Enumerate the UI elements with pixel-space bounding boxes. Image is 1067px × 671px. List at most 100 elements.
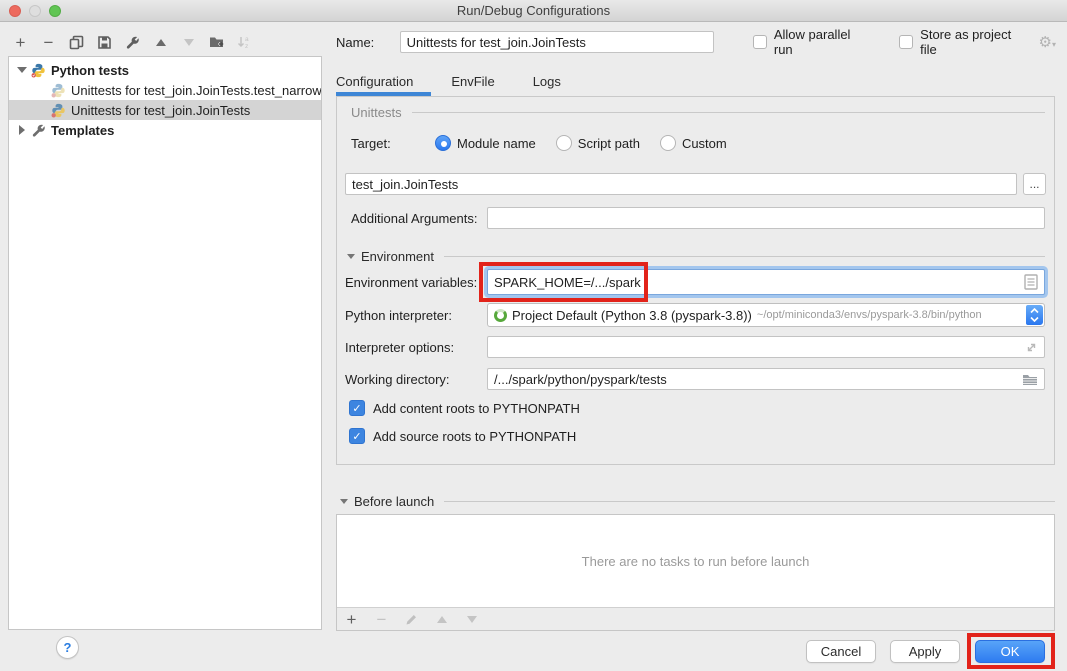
name-input-value: Unittests for test_join.JoinTests bbox=[407, 35, 586, 50]
python-test-icon bbox=[51, 103, 67, 117]
divider bbox=[412, 112, 1045, 113]
interpreter-options-label: Interpreter options: bbox=[345, 340, 487, 355]
browse-module-button[interactable]: ... bbox=[1023, 173, 1046, 195]
unittests-group-title: Unittests bbox=[351, 105, 402, 120]
new-folder-icon[interactable] bbox=[208, 34, 225, 51]
checkbox-unchecked-icon[interactable] bbox=[899, 35, 913, 49]
configurations-tree: Python tests Unittests for test_join.Joi… bbox=[8, 56, 322, 630]
cancel-button[interactable]: Cancel bbox=[806, 640, 876, 663]
python-interpreter-row: Python interpreter: Project Default (Pyt… bbox=[345, 303, 1045, 327]
browse-folder-icon[interactable] bbox=[1022, 373, 1038, 386]
allow-parallel-run-checkbox[interactable]: Allow parallel run bbox=[753, 27, 872, 57]
target-module-input[interactable]: test_join.JoinTests bbox=[345, 173, 1017, 195]
svg-text:z: z bbox=[245, 43, 248, 50]
copy-configuration-icon[interactable] bbox=[68, 34, 85, 51]
target-option-script-path[interactable]: Script path bbox=[550, 135, 640, 151]
title-bar: Run/Debug Configurations bbox=[0, 0, 1067, 22]
tab-logs[interactable]: Logs bbox=[533, 68, 561, 98]
additional-arguments-input[interactable] bbox=[487, 207, 1045, 229]
radio-selected-icon[interactable] bbox=[435, 135, 451, 151]
target-option-custom[interactable]: Custom bbox=[654, 135, 727, 151]
conda-env-icon bbox=[494, 309, 507, 322]
tree-item-unittest-narrow[interactable]: Unittests for test_join.JoinTests.test_n… bbox=[9, 80, 321, 100]
python-interpreter-path: ~/opt/miniconda3/envs/pyspark-3.8/bin/py… bbox=[757, 309, 982, 321]
collapse-triangle-icon[interactable] bbox=[340, 499, 348, 504]
tab-envfile[interactable]: EnvFile bbox=[451, 68, 494, 98]
tree-item-templates[interactable]: Templates bbox=[9, 120, 321, 140]
configurations-toolbar: + − az bbox=[12, 31, 253, 53]
move-task-up-icon bbox=[433, 611, 450, 628]
store-as-project-file-checkbox[interactable]: Store as project file ⚙▾ bbox=[899, 27, 1056, 57]
help-button-label: ? bbox=[64, 640, 72, 655]
add-content-roots-checkbox[interactable]: ✓ Add content roots to PYTHONPATH bbox=[349, 400, 580, 416]
radio-unselected-icon[interactable] bbox=[660, 135, 676, 151]
environment-variables-input[interactable]: SPARK_HOME=/.../spark bbox=[487, 269, 1045, 295]
name-row: Name: Unittests for test_join.JoinTests … bbox=[336, 31, 1056, 53]
svg-text:a: a bbox=[245, 36, 249, 43]
add-source-roots-checkbox[interactable]: ✓ Add source roots to PYTHONPATH bbox=[349, 428, 576, 444]
environment-section-header[interactable]: Environment bbox=[347, 249, 1045, 264]
edit-templates-icon[interactable] bbox=[124, 34, 141, 51]
python-interpreter-value: Project Default (Python 3.8 (pyspark-3.8… bbox=[512, 308, 752, 323]
run-debug-configurations-dialog: Run/Debug Configurations + − az Pytho bbox=[0, 0, 1067, 671]
checkbox-checked-icon[interactable]: ✓ bbox=[349, 428, 365, 444]
move-up-icon[interactable] bbox=[152, 34, 169, 51]
tree-item-label: Unittests for test_join.JoinTests.test_n… bbox=[71, 83, 321, 98]
name-label: Name: bbox=[336, 35, 400, 50]
remove-configuration-icon[interactable]: − bbox=[40, 34, 57, 51]
cancel-button-label: Cancel bbox=[821, 644, 861, 659]
target-row: Target: Module name Script path Custom bbox=[351, 135, 1045, 151]
allow-parallel-run-label: Allow parallel run bbox=[774, 27, 872, 57]
before-launch-empty-message: There are no tasks to run before launch bbox=[337, 515, 1054, 608]
add-task-icon[interactable]: + bbox=[343, 611, 360, 628]
additional-arguments-label: Additional Arguments: bbox=[351, 211, 487, 226]
name-input[interactable]: Unittests for test_join.JoinTests bbox=[400, 31, 714, 53]
before-launch-title: Before launch bbox=[354, 494, 434, 509]
save-configuration-icon[interactable] bbox=[96, 34, 113, 51]
tree-item-label: Templates bbox=[51, 123, 114, 138]
target-option-label: Custom bbox=[682, 136, 727, 151]
tree-item-unittest-jointests[interactable]: Unittests for test_join.JoinTests bbox=[9, 100, 321, 120]
tree-item-label: Unittests for test_join.JoinTests bbox=[71, 103, 250, 118]
before-launch-task-list: There are no tasks to run before launch … bbox=[336, 514, 1055, 631]
interpreter-options-input[interactable] bbox=[487, 336, 1045, 358]
chevron-down-icon[interactable] bbox=[17, 67, 27, 73]
radio-unselected-icon[interactable] bbox=[556, 135, 572, 151]
working-directory-input[interactable]: /.../spark/python/pyspark/tests bbox=[487, 368, 1045, 390]
target-module-value: test_join.JoinTests bbox=[352, 177, 458, 192]
expand-field-icon[interactable] bbox=[1025, 341, 1038, 354]
additional-arguments-row: Additional Arguments: bbox=[351, 207, 1045, 229]
working-directory-value: /.../spark/python/pyspark/tests bbox=[494, 372, 667, 387]
before-launch-section-header[interactable]: Before launch bbox=[340, 494, 1055, 509]
divider bbox=[444, 501, 1055, 502]
apply-button-label: Apply bbox=[909, 644, 942, 659]
environment-section-title: Environment bbox=[361, 249, 434, 264]
apply-button[interactable]: Apply bbox=[890, 640, 960, 663]
working-directory-label: Working directory: bbox=[345, 372, 487, 387]
tree-item-python-tests[interactable]: Python tests bbox=[9, 60, 321, 80]
chevron-right-icon[interactable] bbox=[17, 125, 27, 135]
target-label: Target: bbox=[351, 136, 429, 151]
python-test-icon bbox=[51, 83, 67, 97]
combo-stepper-icon[interactable] bbox=[1026, 305, 1043, 325]
checkmark-icon: ✓ bbox=[352, 430, 361, 443]
ok-button[interactable]: OK bbox=[975, 640, 1045, 663]
working-directory-row: Working directory: /.../spark/python/pys… bbox=[345, 368, 1045, 390]
environment-variables-value: SPARK_HOME=/.../spark bbox=[494, 275, 641, 290]
gear-icon[interactable]: ⚙▾ bbox=[1039, 35, 1056, 50]
help-button[interactable]: ? bbox=[56, 636, 79, 659]
browse-button-label: ... bbox=[1029, 177, 1039, 191]
checkbox-unchecked-icon[interactable] bbox=[753, 35, 767, 49]
browse-env-vars-icon[interactable] bbox=[1024, 274, 1038, 290]
move-down-icon bbox=[180, 34, 197, 51]
before-launch-toolbar: + − bbox=[343, 611, 480, 628]
add-configuration-icon[interactable]: + bbox=[12, 34, 29, 51]
add-content-roots-label: Add content roots to PYTHONPATH bbox=[373, 401, 580, 416]
move-task-down-icon bbox=[463, 611, 480, 628]
python-interpreter-select[interactable]: Project Default (Python 3.8 (pyspark-3.8… bbox=[487, 303, 1045, 327]
target-option-module-name[interactable]: Module name bbox=[429, 135, 536, 151]
checkbox-checked-icon[interactable]: ✓ bbox=[349, 400, 365, 416]
collapse-triangle-icon[interactable] bbox=[347, 254, 355, 259]
python-interpreter-label: Python interpreter: bbox=[345, 308, 487, 323]
environment-variables-label: Environment variables: bbox=[345, 275, 487, 290]
